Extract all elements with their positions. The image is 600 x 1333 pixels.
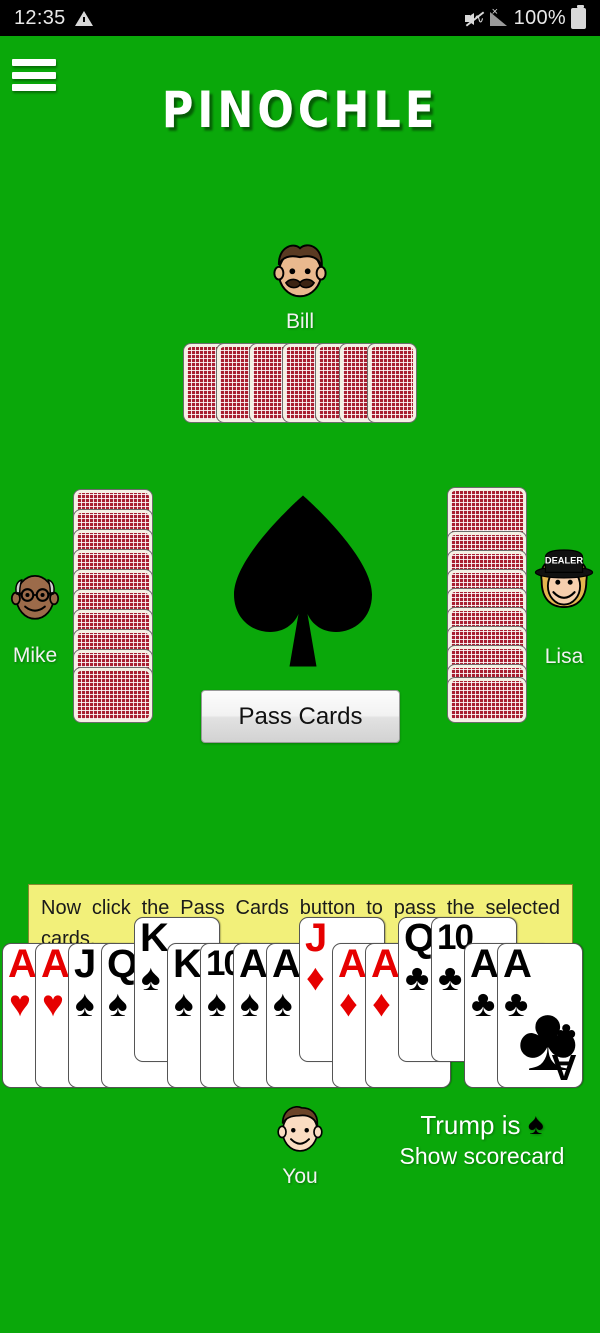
avatar-man-mustache-icon bbox=[273, 244, 327, 298]
card-rank: A bbox=[338, 943, 367, 986]
card-suit-pip: ♦ bbox=[372, 983, 391, 1024]
card-suit-pip: ♠ bbox=[207, 983, 227, 1024]
avatar-lisa: DEALER bbox=[533, 542, 595, 630]
card-suit-pip: ♥ bbox=[42, 983, 64, 1024]
card-corner-rank: A bbox=[551, 1047, 577, 1088]
player-name-lisa: Lisa bbox=[544, 645, 584, 668]
card-suit-pip: ♣ bbox=[438, 957, 463, 998]
card-rank: A bbox=[503, 943, 532, 986]
card-back bbox=[368, 344, 416, 422]
card-suit-pip: ♠ bbox=[273, 983, 293, 1024]
android-status-bar: 12:35 ∿ × 100% bbox=[0, 0, 600, 36]
show-scorecard-link[interactable]: Show scorecard bbox=[372, 1143, 592, 1170]
card-rank: A bbox=[272, 943, 301, 986]
card-suit-pip: ♠ bbox=[174, 983, 194, 1024]
card-back bbox=[74, 668, 152, 722]
card-suit-pip: ♦ bbox=[339, 983, 358, 1024]
dealer-badge-text: DEALER bbox=[545, 556, 584, 566]
avatar-mike bbox=[6, 566, 64, 624]
card-rank: J bbox=[305, 917, 328, 960]
status-bar-left: 12:35 bbox=[14, 7, 93, 30]
card-suit-pip: ♠ bbox=[141, 957, 161, 998]
status-bar-right: ∿ × 100% bbox=[464, 4, 586, 30]
pinochle-game-screen: 12:35 ∿ × 100% PINOCHLE Bill Mike DEALER… bbox=[0, 0, 600, 1333]
cellular-signal-no-service-icon: × bbox=[489, 6, 509, 27]
card-suit-pip: ♠ bbox=[75, 983, 95, 1024]
card-rank: A bbox=[41, 943, 70, 986]
hand-card[interactable]: A ♣ ♣ ♣ A bbox=[497, 943, 583, 1088]
card-suit-pip: ♥ bbox=[9, 983, 31, 1024]
page-title: PINOCHLE bbox=[161, 82, 439, 140]
app-header: PINOCHLE bbox=[0, 36, 600, 140]
player-name-bill: Bill bbox=[285, 310, 314, 333]
card-suit-pip: ♦ bbox=[306, 957, 325, 998]
warning-triangle-icon bbox=[74, 10, 93, 26]
trump-indicator: Trump is ♠ bbox=[372, 1108, 592, 1142]
card-rank: J bbox=[74, 943, 97, 986]
card-suit-pip: ♠ bbox=[108, 983, 128, 1024]
trump-suit-symbol: ♠ bbox=[527, 1108, 544, 1141]
card-rank: A bbox=[371, 943, 400, 986]
avatar-bill bbox=[268, 238, 332, 302]
avatar-you bbox=[272, 1100, 328, 1156]
card-back bbox=[448, 678, 526, 722]
pass-cards-button[interactable]: Pass Cards bbox=[201, 690, 400, 743]
avatar-young-man-icon bbox=[277, 1105, 323, 1152]
card-rank: A bbox=[470, 943, 499, 986]
avatar-bald-glasses-icon bbox=[10, 574, 60, 620]
player-hand[interactable]: A ♥ A ♥ J ♠ Q ♠ K ♠ K ♠ 10 ♠ A ♠ A ♠ J ♦ A ♦ A ♦ Q ♣ 10 ♣ A ♣ A ♣ ♣ ♣ A bbox=[0, 917, 600, 1088]
battery-percent-label: 100% bbox=[513, 6, 566, 29]
volume-muted-icon: ∿ bbox=[464, 10, 485, 27]
card-rank: A bbox=[239, 943, 268, 986]
card-suit-pip: ♣ bbox=[471, 983, 496, 1024]
card-suit-pip: ♣ bbox=[405, 957, 430, 998]
card-corner-pip: ♣ bbox=[556, 1016, 576, 1049]
player-name-you: You bbox=[282, 1165, 318, 1188]
card-rank: A bbox=[8, 943, 37, 986]
card-rank: K bbox=[140, 917, 169, 960]
center-trump-spade-icon bbox=[228, 487, 378, 672]
player-name-mike: Mike bbox=[12, 644, 58, 667]
status-bar-clock: 12:35 bbox=[14, 6, 66, 29]
card-rank: K bbox=[173, 943, 202, 986]
trump-label: Trump is bbox=[420, 1110, 528, 1140]
battery-full-icon bbox=[571, 4, 586, 29]
avatar-blonde-woman-dealer-icon: DEALER bbox=[534, 549, 594, 609]
card-suit-pip: ♠ bbox=[240, 983, 260, 1024]
